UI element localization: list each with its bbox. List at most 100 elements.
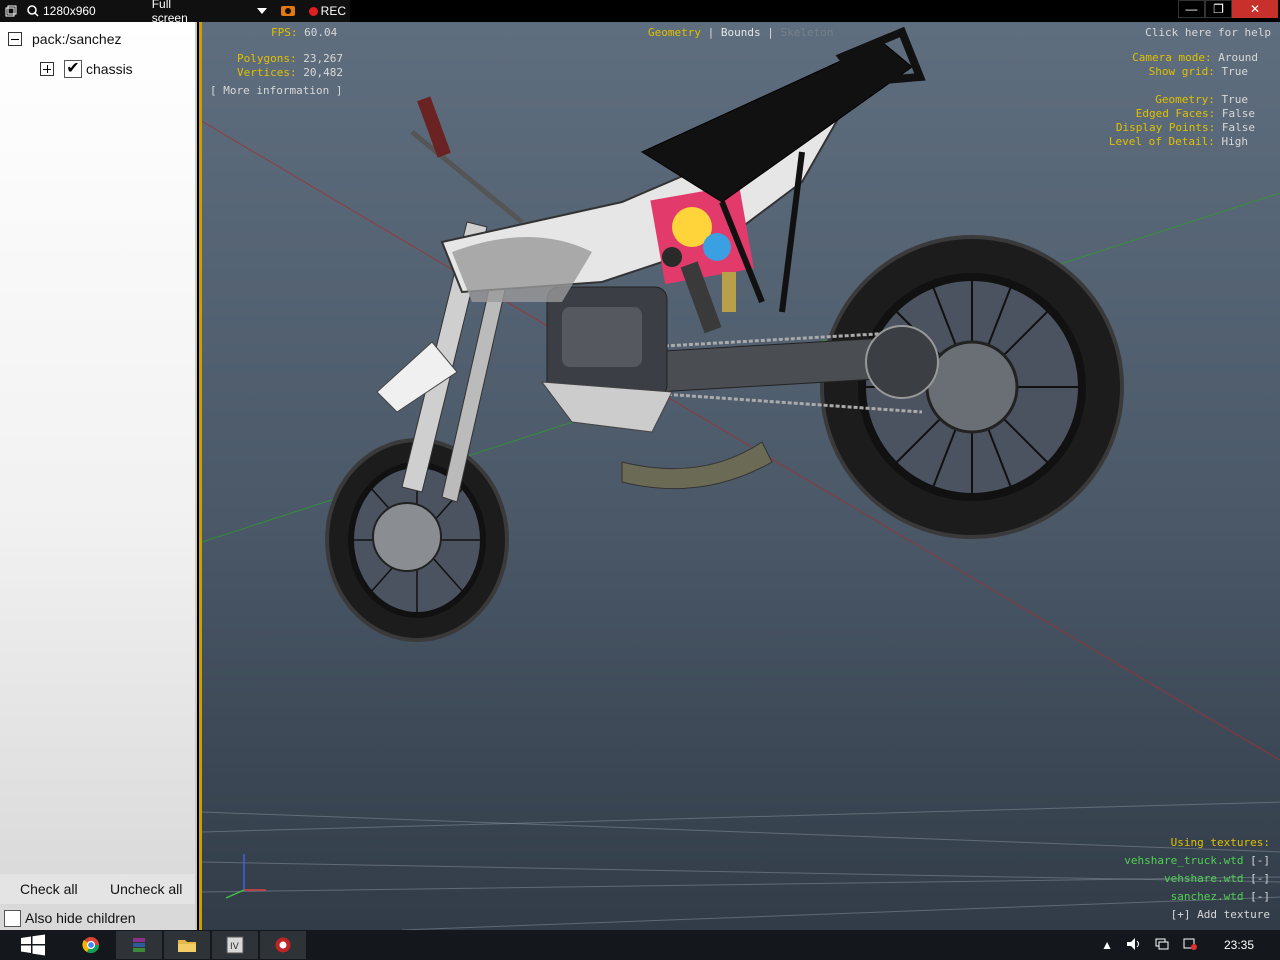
minimize-button[interactable]: —: [1178, 0, 1205, 18]
chrome-icon: [82, 937, 100, 954]
window-icon: [4, 4, 18, 18]
minimize-icon: —: [1185, 2, 1198, 16]
expand-icon[interactable]: [40, 62, 54, 76]
display-points-value: False: [1221, 121, 1255, 134]
edged-faces-readout[interactable]: Edged Faces: False: [1136, 107, 1255, 120]
collapse-icon[interactable]: [8, 32, 22, 46]
geometry-value: True: [1221, 93, 1249, 106]
edged-faces-value: False: [1221, 107, 1255, 120]
search-icon: [26, 4, 40, 18]
resolution-button[interactable]: 1280x960: [22, 0, 100, 22]
mode-select[interactable]: Full screen: [148, 0, 209, 25]
texture-name: vehshare.wtd: [1164, 872, 1244, 885]
using-textures-heading: Using textures:: [1170, 836, 1270, 849]
windows-logo-icon: [21, 934, 45, 956]
level-of-detail-readout[interactable]: Level of Detail: High: [1109, 135, 1248, 148]
texture-item: vehshare_truck.wtd [-]: [1124, 854, 1270, 867]
polygons-readout: Polygons: 23,267: [237, 52, 343, 65]
taskbar-app-openiv[interactable]: IV: [212, 931, 258, 959]
add-texture-button[interactable]: [+] Add texture: [1171, 908, 1270, 921]
camera-mode-label: Camera mode:: [1132, 51, 1212, 64]
motorcycle-model: [325, 26, 1124, 642]
fps-label: FPS:: [271, 26, 298, 39]
lod-value: High: [1221, 135, 1249, 148]
texture-item: vehshare.wtd [-]: [1164, 872, 1270, 885]
help-link[interactable]: Click here for help: [1145, 26, 1271, 39]
record-icon: [308, 6, 318, 16]
taskbar-app-explorer[interactable]: [164, 931, 210, 959]
remove-texture-button[interactable]: [-]: [1250, 872, 1270, 885]
remove-texture-button[interactable]: [-]: [1250, 854, 1270, 867]
close-button[interactable]: ✕: [1232, 0, 1278, 18]
fps-readout: FPS: 60.04: [271, 26, 337, 39]
vertices-label: Vertices:: [237, 66, 297, 79]
more-information-link[interactable]: [ More information ]: [210, 84, 342, 97]
mode-dropdown-button[interactable]: [253, 0, 271, 22]
taskbar-app-chrome[interactable]: [68, 931, 114, 959]
taskbar-clock[interactable]: 23:35: [1224, 938, 1254, 952]
volume-icon[interactable]: [1126, 937, 1141, 953]
window-mode-button[interactable]: [0, 0, 22, 22]
view-tabs: Geometry | Bounds | Skeleton: [648, 26, 833, 39]
taskbar: IV ▲ 23:35: [0, 930, 1280, 960]
tree-item-label: chassis: [86, 61, 133, 77]
network-icon[interactable]: [1155, 938, 1169, 953]
restore-button[interactable]: ❐: [1205, 0, 1232, 18]
hide-children-checkbox[interactable]: [4, 909, 21, 927]
edged-faces-label: Edged Faces:: [1135, 107, 1216, 120]
taskbar-app-recorder[interactable]: [260, 931, 306, 959]
system-tray: ▲ 23:35: [1094, 930, 1280, 960]
display-points-readout[interactable]: Display Points: False: [1116, 121, 1255, 134]
action-center-icon[interactable]: [1183, 938, 1197, 953]
lod-label: Level of Detail:: [1108, 135, 1215, 148]
openiv-icon: IV: [226, 936, 244, 954]
check-buttons-row: Check all Uncheck all: [0, 874, 195, 904]
camera-mode-readout[interactable]: Camera mode: Around: [1132, 51, 1258, 64]
viewport-scene: [202, 26, 1280, 930]
tree-item-chassis[interactable]: ✔ chassis: [40, 60, 133, 78]
camera-mode-value: Around: [1218, 51, 1258, 64]
display-points-label: Display Points:: [1115, 121, 1216, 134]
show-grid-value: True: [1221, 65, 1249, 78]
texture-item: sanchez.wtd [-]: [1171, 890, 1270, 903]
geometry-readout[interactable]: Geometry: True: [1155, 93, 1248, 106]
hide-children-row[interactable]: Also hide children: [0, 905, 195, 931]
resolution-label: 1280x960: [43, 4, 96, 18]
screenshot-button[interactable]: [271, 0, 305, 22]
tab-separator: |: [707, 26, 715, 39]
vertices-readout: Vertices: 20,482: [237, 66, 343, 79]
window-controls: — ❐ ✕: [1178, 0, 1278, 20]
uncheck-all-button[interactable]: Uncheck all: [110, 881, 182, 897]
record-button[interactable]: REC: [305, 0, 350, 22]
model-viewport[interactable]: FPS: 60.04 Polygons: 23,267 Vertices: 20…: [199, 22, 1280, 930]
tree-root-row[interactable]: pack:/sanchez: [8, 31, 122, 47]
tab-separator: |: [767, 26, 774, 39]
archive-icon: [133, 938, 145, 952]
texture-name: vehshare_truck.wtd: [1124, 854, 1244, 867]
tab-geometry[interactable]: Geometry: [648, 26, 701, 39]
texture-name: sanchez.wtd: [1170, 890, 1244, 903]
svg-text:IV: IV: [230, 942, 240, 952]
chevron-down-icon: [256, 4, 267, 18]
polygons-label: Polygons:: [237, 52, 297, 65]
fps-value: 60.04: [304, 26, 338, 39]
start-button[interactable]: [10, 931, 56, 959]
remove-texture-button[interactable]: [-]: [1250, 890, 1270, 903]
show-hidden-icons-button[interactable]: ▲: [1101, 938, 1113, 952]
show-grid-label: Show grid:: [1148, 65, 1215, 78]
folder-icon: [178, 940, 196, 952]
recorder-toolbar: 1280x960 Full screen REC: [0, 0, 350, 25]
recorder-icon: [275, 937, 291, 953]
tab-bounds[interactable]: Bounds: [721, 26, 761, 39]
record-label: REC: [320, 4, 346, 18]
tree-root-label: pack:/sanchez: [32, 31, 122, 47]
show-grid-readout[interactable]: Show grid: True: [1149, 65, 1248, 78]
close-icon: ✕: [1249, 2, 1261, 16]
tab-skeleton[interactable]: Skeleton: [780, 26, 833, 39]
title-strip: — ❐ ✕: [350, 0, 1280, 22]
chassis-checkbox[interactable]: ✔: [64, 60, 82, 78]
check-all-button[interactable]: Check all: [20, 881, 78, 897]
vertices-value: 20,482: [303, 66, 343, 79]
geometry-label: Geometry:: [1155, 93, 1215, 106]
taskbar-app-winrar[interactable]: [116, 931, 162, 959]
